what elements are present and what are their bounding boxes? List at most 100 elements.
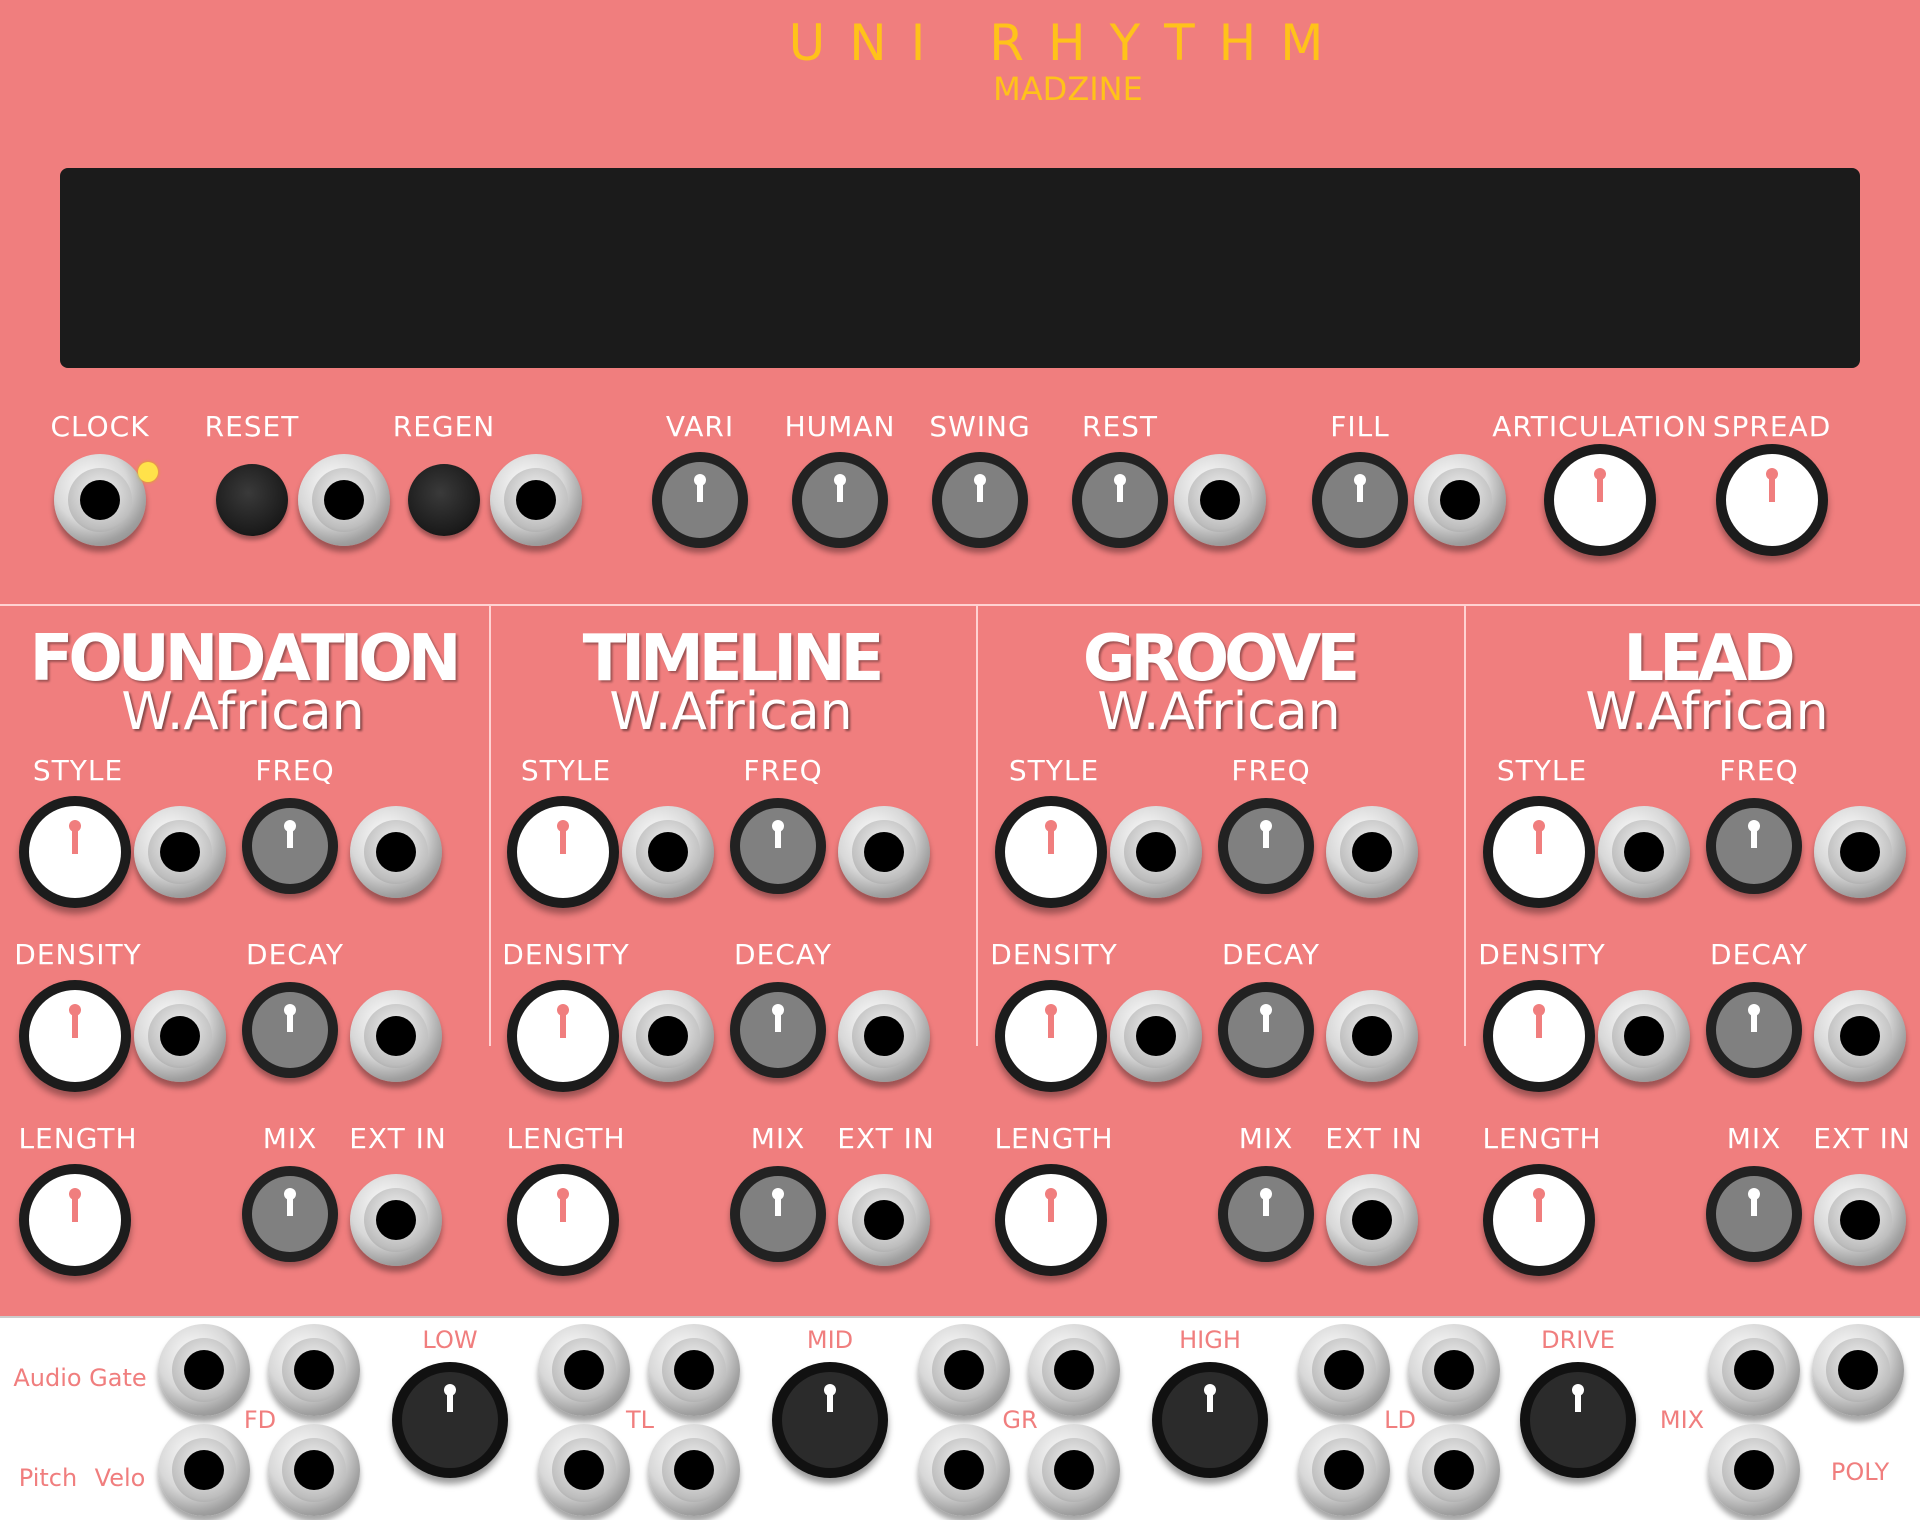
foundation-density-knob[interactable] [19,980,131,1092]
lead-density-knob[interactable] [1483,980,1595,1092]
groove-ext-in-jack[interactable] [1326,1174,1418,1266]
timeline-density-label: DENSITY [502,938,630,971]
timeline-decay-cv-jack[interactable] [838,990,930,1082]
ld-pitch-jack[interactable] [1298,1424,1390,1516]
high-eq-knob[interactable] [1152,1362,1268,1478]
lead-style-cv-jack[interactable] [1598,806,1690,898]
fd-gate-jack[interactable] [268,1324,360,1416]
fd-pitch-jack[interactable] [158,1424,250,1516]
groove-style-cv-jack[interactable] [1110,806,1202,898]
timeline-density-cv-jack[interactable] [622,990,714,1082]
lead-mix-knob[interactable] [1706,1166,1802,1262]
rest-cv-jack[interactable] [1174,454,1266,546]
timeline-length-knob[interactable] [507,1164,619,1276]
groove-mix-knob[interactable] [1218,1166,1314,1262]
timeline-ext-in-jack[interactable] [838,1174,930,1266]
mid-eq-knob[interactable] [772,1362,888,1478]
mix-out-label: MIX [1659,1406,1705,1434]
tl-velo-jack[interactable] [648,1424,740,1516]
tl-audio-jack[interactable] [538,1324,630,1416]
fd-audio-jack[interactable] [158,1324,250,1416]
fill-knob[interactable] [1312,452,1408,548]
groove-style-label: STYLE [1008,754,1100,787]
groove-style-knob[interactable] [995,796,1107,908]
poly-label: POLY [1830,1458,1890,1486]
reset-input-jack[interactable] [298,454,390,546]
foundation-mix-knob[interactable] [242,1166,338,1262]
lead-decay-knob[interactable] [1706,982,1802,1078]
gr-velo-jack[interactable] [1028,1424,1120,1516]
gr-audio-jack[interactable] [918,1324,1010,1416]
lead-length-knob[interactable] [1483,1164,1595,1276]
foundation-freq-label: FREQ [255,754,335,787]
groove-density-cv-jack[interactable] [1110,990,1202,1082]
pitch-label: Pitch [18,1464,78,1492]
foundation-length-knob[interactable] [19,1164,131,1276]
timeline-decay-label: DECAY [734,938,832,971]
ld-gate-jack[interactable] [1408,1324,1500,1416]
timeline-density-knob[interactable] [507,980,619,1092]
timeline-mix-knob[interactable] [730,1166,826,1262]
ld-audio-jack[interactable] [1298,1324,1390,1416]
foundation-length-label: LENGTH [18,1122,138,1155]
groove-length-knob[interactable] [995,1164,1107,1276]
groove-decay-knob[interactable] [1218,982,1314,1078]
groove-decay-cv-jack[interactable] [1326,990,1418,1082]
timeline-style-label: STYLE [520,754,612,787]
poly-out-jack[interactable] [1708,1424,1800,1516]
rest-knob[interactable] [1072,452,1168,548]
timeline-freq-cv-jack[interactable] [838,806,930,898]
lead-ext-in-jack[interactable] [1814,1174,1906,1266]
lead-decay-cv-jack[interactable] [1814,990,1906,1082]
groove-density-knob[interactable] [995,980,1107,1092]
drive-knob[interactable] [1520,1362,1636,1478]
fill-label: FILL [1330,410,1390,443]
mix-left-jack[interactable] [1708,1324,1800,1416]
regen-input-jack[interactable] [490,454,582,546]
timeline-freq-knob[interactable] [730,798,826,894]
timeline-ext-in-label: EXT IN [837,1122,935,1155]
foundation-ext-in-jack[interactable] [350,1174,442,1266]
lead-density-label: DENSITY [1478,938,1606,971]
swing-knob[interactable] [932,452,1028,548]
foundation-decay-knob[interactable] [242,982,338,1078]
regen-button[interactable] [408,464,480,536]
groove-freq-cv-jack[interactable] [1326,806,1418,898]
timeline-decay-knob[interactable] [730,982,826,1078]
vari-knob[interactable] [652,452,748,548]
timeline-style-cv-jack[interactable] [622,806,714,898]
fd-velo-jack[interactable] [268,1424,360,1516]
swing-label: SWING [929,410,1031,443]
foundation-style-cv-jack[interactable] [134,806,226,898]
tl-pitch-jack[interactable] [538,1424,630,1516]
tl-gate-jack[interactable] [648,1324,740,1416]
module-title: UNI RHYTHM [788,14,1348,72]
gr-gate-jack[interactable] [1028,1324,1120,1416]
reset-label: RESET [204,410,300,443]
articulation-knob[interactable] [1544,444,1656,556]
display-screen [60,168,1860,368]
spread-knob[interactable] [1716,444,1828,556]
foundation-freq-knob[interactable] [242,798,338,894]
lead-style-knob[interactable] [1483,796,1595,908]
foundation-style-knob[interactable] [19,796,131,908]
human-knob[interactable] [792,452,888,548]
clock-input-jack[interactable] [54,454,146,546]
foundation-decay-cv-jack[interactable] [350,990,442,1082]
ld-velo-jack[interactable] [1408,1424,1500,1516]
lead-freq-knob[interactable] [1706,798,1802,894]
foundation-density-cv-jack[interactable] [134,990,226,1082]
gr-pitch-jack[interactable] [918,1424,1010,1516]
articulation-label: ARTICULATION [1492,410,1708,443]
groove-freq-knob[interactable] [1218,798,1314,894]
timeline-style-knob[interactable] [507,796,619,908]
mix-right-jack[interactable] [1812,1324,1904,1416]
foundation-freq-cv-jack[interactable] [350,806,442,898]
mid-label: MID [806,1326,854,1354]
reset-button[interactable] [216,464,288,536]
tl-label: TL [625,1406,655,1434]
lead-density-cv-jack[interactable] [1598,990,1690,1082]
fill-cv-jack[interactable] [1414,454,1506,546]
low-eq-knob[interactable] [392,1362,508,1478]
lead-freq-cv-jack[interactable] [1814,806,1906,898]
